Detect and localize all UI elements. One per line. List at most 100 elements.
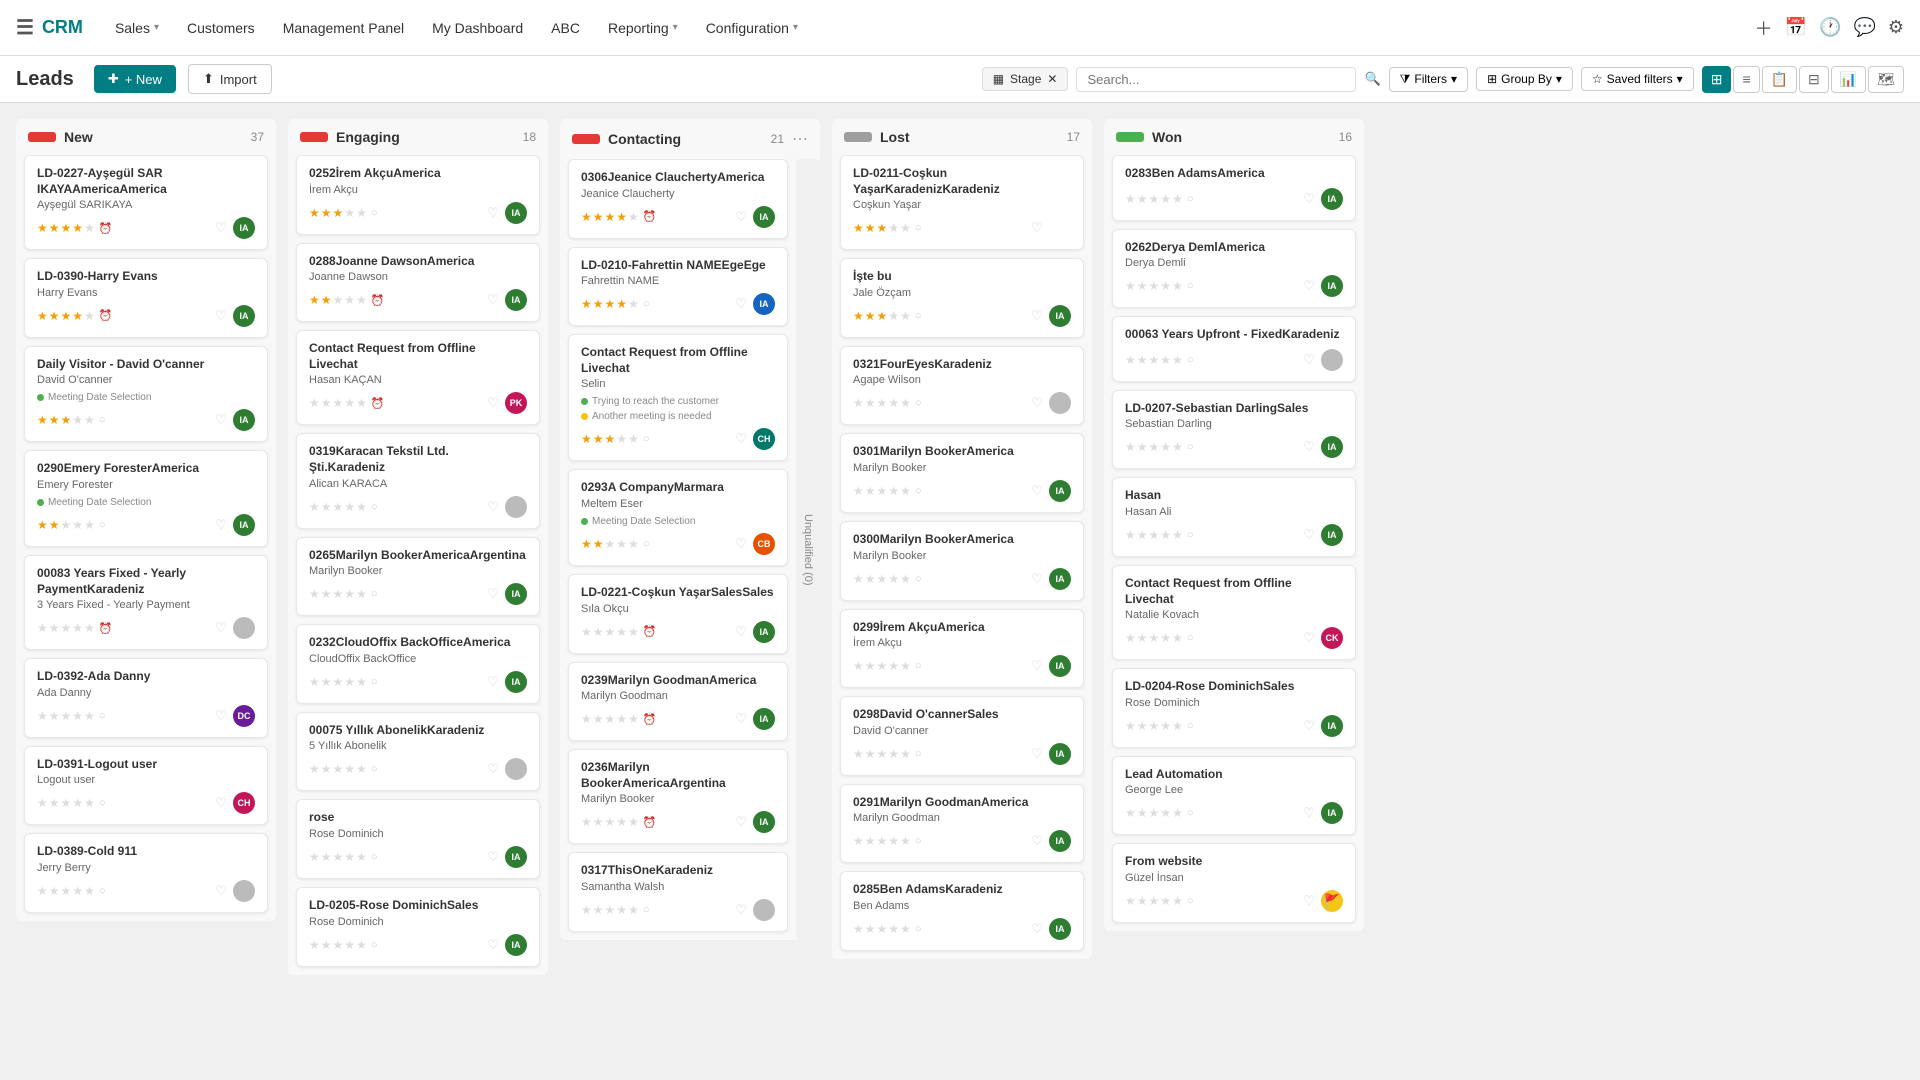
card-stars[interactable]: ★★★★★ bbox=[853, 922, 911, 936]
heart-button[interactable]: ♡ bbox=[215, 708, 227, 724]
star-1[interactable]: ★ bbox=[37, 884, 48, 898]
table-row[interactable]: Lead AutomationGeorge Lee★★★★★○♡IA bbox=[1112, 756, 1356, 836]
star-5[interactable]: ★ bbox=[900, 922, 911, 936]
star-5[interactable]: ★ bbox=[356, 938, 367, 952]
nav-customers[interactable]: Customers bbox=[175, 12, 267, 44]
star-3[interactable]: ★ bbox=[605, 712, 616, 726]
activity-view-button[interactable]: 📋 bbox=[1762, 66, 1797, 93]
star-5[interactable]: ★ bbox=[900, 747, 911, 761]
card-stars[interactable]: ★★★★★ bbox=[37, 621, 95, 635]
heart-button[interactable]: ♡ bbox=[487, 395, 499, 411]
card-stars[interactable]: ★★★★★ bbox=[853, 309, 911, 323]
star-4[interactable]: ★ bbox=[72, 796, 83, 810]
star-2[interactable]: ★ bbox=[49, 518, 60, 532]
heart-button[interactable]: ♡ bbox=[1303, 805, 1315, 821]
heart-button[interactable]: ♡ bbox=[735, 902, 747, 918]
star-4[interactable]: ★ bbox=[616, 210, 627, 224]
star-1[interactable]: ★ bbox=[309, 293, 320, 307]
table-row[interactable]: 00063 Years Upfront - FixedKaradeniz★★★★… bbox=[1112, 316, 1356, 382]
heart-button[interactable]: ♡ bbox=[487, 292, 499, 308]
star-3[interactable]: ★ bbox=[1149, 528, 1160, 542]
star-4[interactable]: ★ bbox=[344, 675, 355, 689]
table-row[interactable]: Daily Visitor - David O'cannerDavid O'ca… bbox=[24, 346, 268, 443]
heart-button[interactable]: ♡ bbox=[1303, 630, 1315, 646]
heart-button[interactable]: ♡ bbox=[487, 499, 499, 515]
table-row[interactable]: 0265Marilyn BookerAmericaArgentinaMarily… bbox=[296, 537, 540, 617]
heart-button[interactable]: ♡ bbox=[735, 536, 747, 552]
star-2[interactable]: ★ bbox=[1137, 631, 1148, 645]
pivot-view-button[interactable]: ⊟ bbox=[1799, 66, 1829, 93]
heart-button[interactable]: ♡ bbox=[215, 412, 227, 428]
star-3[interactable]: ★ bbox=[333, 500, 344, 514]
card-stars[interactable]: ★★★★★ bbox=[581, 903, 639, 917]
star-4[interactable]: ★ bbox=[888, 922, 899, 936]
card-stars[interactable]: ★★★★★ bbox=[1125, 806, 1183, 820]
star-5[interactable]: ★ bbox=[628, 815, 639, 829]
star-2[interactable]: ★ bbox=[321, 762, 332, 776]
star-2[interactable]: ★ bbox=[865, 572, 876, 586]
table-row[interactable]: LD-0221-Coşkun YaşarSalesSalesSıla Okçu★… bbox=[568, 574, 788, 654]
star-4[interactable]: ★ bbox=[72, 309, 83, 323]
star-2[interactable]: ★ bbox=[593, 537, 604, 551]
star-4[interactable]: ★ bbox=[616, 625, 627, 639]
heart-button[interactable]: ♡ bbox=[1303, 191, 1315, 207]
new-button[interactable]: ✚ + New bbox=[94, 65, 176, 93]
star-3[interactable]: ★ bbox=[605, 297, 616, 311]
star-2[interactable]: ★ bbox=[865, 309, 876, 323]
star-4[interactable]: ★ bbox=[616, 903, 627, 917]
heart-button[interactable]: ♡ bbox=[215, 517, 227, 533]
star-5[interactable]: ★ bbox=[356, 206, 367, 220]
star-5[interactable]: ★ bbox=[84, 796, 95, 810]
card-stars[interactable]: ★★★★★ bbox=[309, 396, 367, 410]
card-stars[interactable]: ★★★★★ bbox=[853, 484, 911, 498]
table-row[interactable]: 0293A CompanyMarmaraMeltem EserMeeting D… bbox=[568, 469, 788, 566]
star-5[interactable]: ★ bbox=[628, 537, 639, 551]
user-menu-icon[interactable]: ⚙ bbox=[1888, 17, 1904, 38]
star-1[interactable]: ★ bbox=[853, 572, 864, 586]
star-3[interactable]: ★ bbox=[61, 621, 72, 635]
star-3[interactable]: ★ bbox=[605, 210, 616, 224]
star-5[interactable]: ★ bbox=[356, 293, 367, 307]
card-stars[interactable]: ★★★★★ bbox=[1125, 719, 1183, 733]
nav-dashboard[interactable]: My Dashboard bbox=[420, 12, 535, 44]
star-3[interactable]: ★ bbox=[61, 709, 72, 723]
table-row[interactable]: LD-0389-Cold 911Jerry Berry★★★★★○♡ bbox=[24, 833, 268, 913]
star-3[interactable]: ★ bbox=[1149, 719, 1160, 733]
heart-button[interactable]: ♡ bbox=[1031, 395, 1043, 411]
star-5[interactable]: ★ bbox=[356, 587, 367, 601]
star-4[interactable]: ★ bbox=[72, 621, 83, 635]
table-row[interactable]: Contact Request from Offline LivechatHas… bbox=[296, 330, 540, 425]
star-3[interactable]: ★ bbox=[333, 762, 344, 776]
star-3[interactable]: ★ bbox=[877, 834, 888, 848]
star-3[interactable]: ★ bbox=[1149, 353, 1160, 367]
star-5[interactable]: ★ bbox=[84, 518, 95, 532]
table-row[interactable]: 0236Marilyn BookerAmericaArgentinaMarily… bbox=[568, 749, 788, 844]
heart-button[interactable]: ♡ bbox=[1303, 439, 1315, 455]
star-5[interactable]: ★ bbox=[900, 659, 911, 673]
star-5[interactable]: ★ bbox=[356, 850, 367, 864]
star-1[interactable]: ★ bbox=[853, 659, 864, 673]
star-5[interactable]: ★ bbox=[1172, 806, 1183, 820]
table-row[interactable]: 0321FourEyesKaradenizAgape Wilson★★★★★○♡ bbox=[840, 346, 1084, 426]
star-5[interactable]: ★ bbox=[900, 221, 911, 235]
card-stars[interactable]: ★★★★★ bbox=[581, 712, 639, 726]
star-1[interactable]: ★ bbox=[853, 922, 864, 936]
kanban-view-button[interactable]: ⊞ bbox=[1702, 66, 1732, 93]
star-1[interactable]: ★ bbox=[1125, 894, 1136, 908]
star-1[interactable]: ★ bbox=[309, 206, 320, 220]
table-row[interactable]: 0232CloudOffix BackOfficeAmericaCloudOff… bbox=[296, 624, 540, 704]
table-row[interactable]: 0291Marilyn GoodmanAmericaMarilyn Goodma… bbox=[840, 784, 1084, 864]
star-1[interactable]: ★ bbox=[1125, 279, 1136, 293]
star-2[interactable]: ★ bbox=[865, 484, 876, 498]
card-stars[interactable]: ★★★★★ bbox=[37, 518, 95, 532]
star-4[interactable]: ★ bbox=[344, 762, 355, 776]
card-stars[interactable]: ★★★★★ bbox=[853, 572, 911, 586]
star-2[interactable]: ★ bbox=[865, 396, 876, 410]
star-1[interactable]: ★ bbox=[309, 850, 320, 864]
card-stars[interactable]: ★★★★★ bbox=[1125, 192, 1183, 206]
star-2[interactable]: ★ bbox=[1137, 894, 1148, 908]
table-row[interactable]: 0306Jeanice ClauchertyAmericaJeanice Cla… bbox=[568, 159, 788, 239]
star-1[interactable]: ★ bbox=[309, 762, 320, 776]
star-4[interactable]: ★ bbox=[344, 500, 355, 514]
card-stars[interactable]: ★★★★★ bbox=[853, 747, 911, 761]
